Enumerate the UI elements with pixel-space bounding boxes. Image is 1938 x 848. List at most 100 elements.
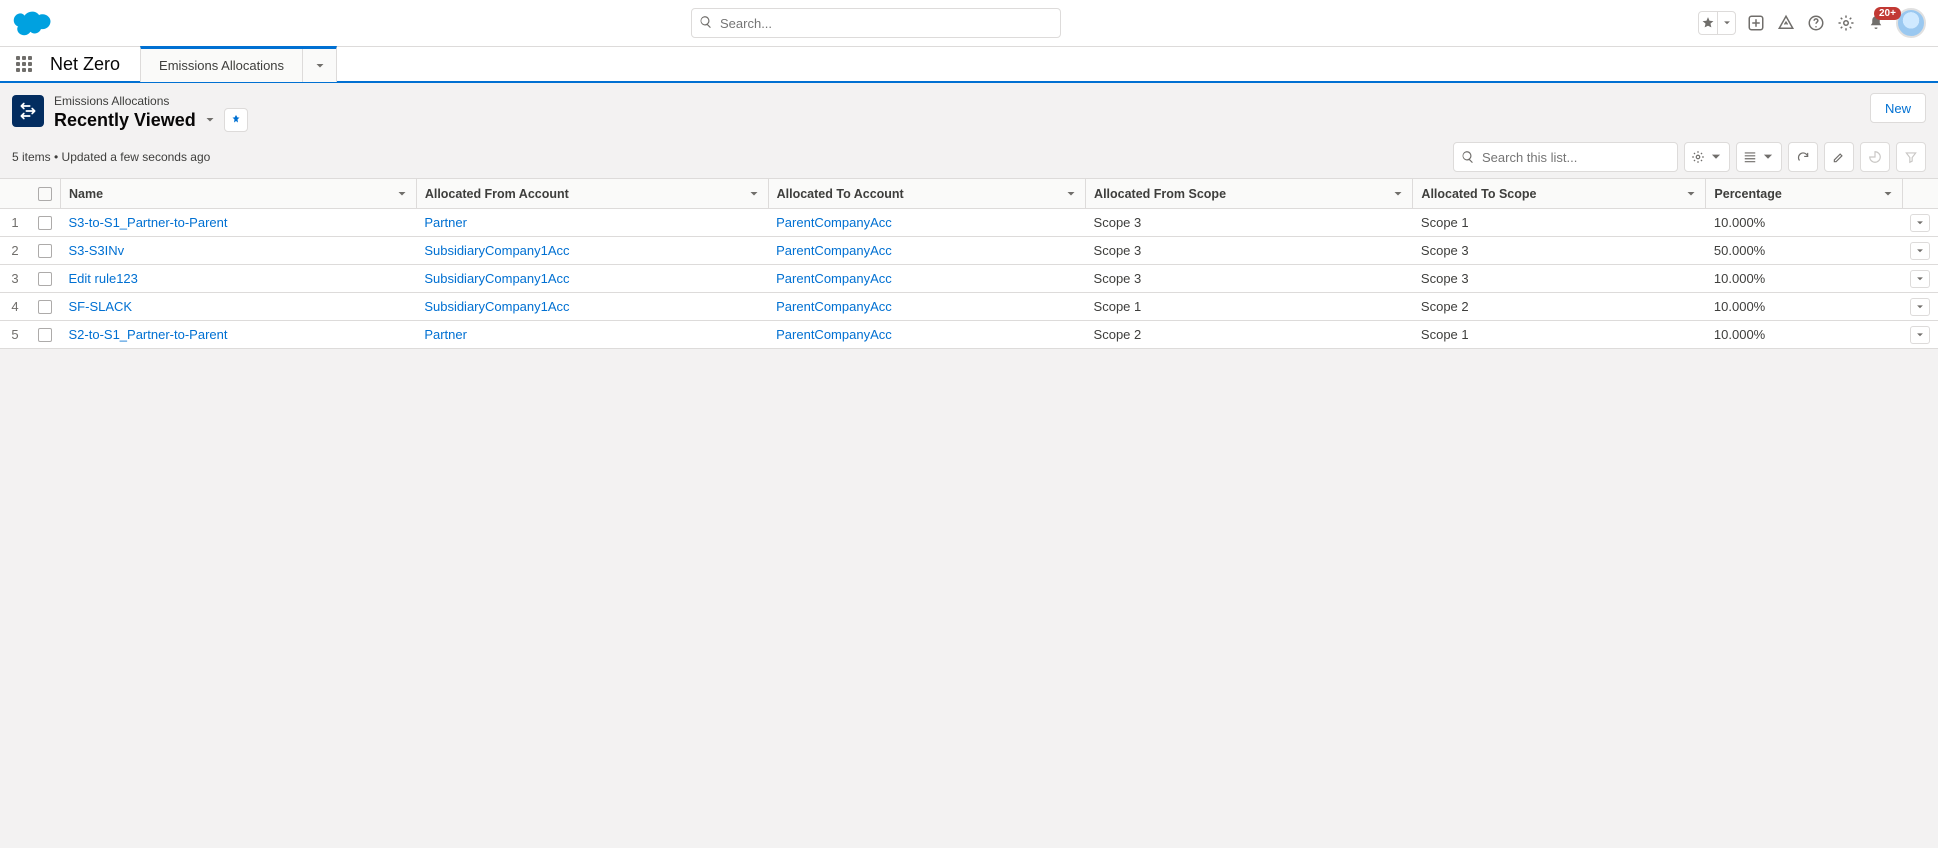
- row-actions-menu[interactable]: [1910, 242, 1930, 260]
- row-index: 4: [0, 293, 30, 321]
- row-actions-menu[interactable]: [1910, 270, 1930, 288]
- search-icon: [1461, 150, 1475, 164]
- global-header: 20+: [0, 0, 1938, 47]
- allocated-from-account-link[interactable]: Partner: [424, 327, 467, 342]
- list-meta: 5 items • Updated a few seconds ago: [12, 150, 210, 164]
- row-checkbox[interactable]: [38, 300, 52, 314]
- allocated-from-scope: Scope 3: [1086, 237, 1413, 265]
- row-index: 3: [0, 265, 30, 293]
- allocated-from-account-link[interactable]: SubsidiaryCompany1Acc: [424, 299, 569, 314]
- global-search: [691, 8, 1061, 38]
- col-allocated-to-scope[interactable]: Allocated To Scope: [1413, 179, 1706, 209]
- record-name-link[interactable]: S3-S3INv: [69, 243, 125, 258]
- col-select-all[interactable]: [30, 179, 61, 209]
- list-search-input[interactable]: [1453, 142, 1678, 172]
- allocated-to-account-link[interactable]: ParentCompanyAcc: [776, 271, 892, 286]
- list-view-switcher[interactable]: [204, 114, 216, 126]
- allocated-from-account-link[interactable]: SubsidiaryCompany1Acc: [424, 271, 569, 286]
- chevron-down-icon[interactable]: [748, 188, 760, 200]
- nav-bar: Net Zero Emissions Allocations: [0, 47, 1938, 83]
- record-name-link[interactable]: S3-to-S1_Partner-to-Parent: [69, 215, 228, 230]
- table-row: 3 Edit rule123 SubsidiaryCompany1Acc Parent…: [0, 265, 1938, 293]
- allocated-to-account-link[interactable]: ParentCompanyAcc: [776, 327, 892, 342]
- chevron-down-icon[interactable]: [396, 188, 408, 200]
- search-icon: [699, 15, 713, 29]
- allocated-to-account-link[interactable]: ParentCompanyAcc: [776, 299, 892, 314]
- chevron-down-icon[interactable]: [1882, 188, 1894, 200]
- table-row: 5 S2-to-S1_Partner-to-Parent Partner Parent…: [0, 321, 1938, 349]
- pin-list-view-button[interactable]: [224, 108, 248, 132]
- setup-button[interactable]: [1836, 13, 1856, 33]
- allocated-to-scope: Scope 3: [1413, 265, 1706, 293]
- record-name-link[interactable]: Edit rule123: [69, 271, 138, 286]
- list-view-name[interactable]: Recently Viewed: [54, 110, 196, 131]
- object-icon: [12, 95, 44, 127]
- display-as-button[interactable]: [1736, 142, 1782, 172]
- record-name-link[interactable]: SF-SLACK: [69, 299, 133, 314]
- select-all-checkbox[interactable]: [38, 187, 52, 201]
- row-index: 5: [0, 321, 30, 349]
- tab-emissions-allocations: Emissions Allocations: [140, 46, 337, 82]
- tab-emissions-allocations-label[interactable]: Emissions Allocations: [141, 58, 302, 73]
- row-actions-menu[interactable]: [1910, 326, 1930, 344]
- percentage: 10.000%: [1706, 321, 1902, 349]
- row-checkbox[interactable]: [38, 272, 52, 286]
- percentage: 10.000%: [1706, 209, 1902, 237]
- row-index: 2: [0, 237, 30, 265]
- row-actions-menu[interactable]: [1910, 214, 1930, 232]
- chart-button: [1860, 142, 1890, 172]
- table-row: 4 SF-SLACK SubsidiaryCompany1Acc ParentComp…: [0, 293, 1938, 321]
- notifications-badge: 20+: [1874, 7, 1901, 20]
- col-percentage[interactable]: Percentage: [1706, 179, 1902, 209]
- app-name: Net Zero: [40, 54, 140, 75]
- trailhead-button[interactable]: [1776, 13, 1796, 33]
- percentage: 10.000%: [1706, 293, 1902, 321]
- col-actions: [1902, 179, 1938, 209]
- table-row: 1 S3-to-S1_Partner-to-Parent Partner Parent…: [0, 209, 1938, 237]
- refresh-button[interactable]: [1788, 142, 1818, 172]
- help-button[interactable]: [1806, 13, 1826, 33]
- global-search-input[interactable]: [691, 8, 1061, 38]
- chevron-down-icon[interactable]: [1685, 188, 1697, 200]
- favorites-star-button[interactable]: [1699, 12, 1717, 34]
- col-allocated-to-account[interactable]: Allocated To Account: [768, 179, 1085, 209]
- row-checkbox[interactable]: [38, 216, 52, 230]
- col-name[interactable]: Name: [61, 179, 417, 209]
- row-index: 1: [0, 209, 30, 237]
- records-table: Name Allocated From Account Allocated To…: [0, 178, 1938, 349]
- list-search: [1453, 142, 1678, 172]
- notifications-button[interactable]: 20+: [1866, 13, 1886, 33]
- app-launcher-button[interactable]: [8, 48, 40, 80]
- allocated-to-account-link[interactable]: ParentCompanyAcc: [776, 215, 892, 230]
- row-checkbox[interactable]: [38, 244, 52, 258]
- chevron-down-icon[interactable]: [1065, 188, 1077, 200]
- percentage: 50.000%: [1706, 237, 1902, 265]
- allocated-from-scope: Scope 3: [1086, 209, 1413, 237]
- row-checkbox[interactable]: [38, 328, 52, 342]
- col-allocated-from-account[interactable]: Allocated From Account: [416, 179, 768, 209]
- row-actions-menu[interactable]: [1910, 298, 1930, 316]
- record-name-link[interactable]: S2-to-S1_Partner-to-Parent: [69, 327, 228, 342]
- favorites-dropdown-button[interactable]: [1717, 12, 1735, 34]
- allocated-to-scope: Scope 3: [1413, 237, 1706, 265]
- allocated-from-account-link[interactable]: Partner: [424, 215, 467, 230]
- global-add-button[interactable]: [1746, 13, 1766, 33]
- inline-edit-button[interactable]: [1824, 142, 1854, 172]
- new-button[interactable]: New: [1870, 93, 1926, 123]
- page-header: Emissions Allocations Recently Viewed Ne…: [0, 83, 1938, 178]
- filter-button: [1896, 142, 1926, 172]
- allocated-from-scope: Scope 1: [1086, 293, 1413, 321]
- chevron-down-icon[interactable]: [1392, 188, 1404, 200]
- allocated-from-account-link[interactable]: SubsidiaryCompany1Acc: [424, 243, 569, 258]
- allocated-to-account-link[interactable]: ParentCompanyAcc: [776, 243, 892, 258]
- salesforce-logo-icon[interactable]: [12, 8, 54, 38]
- allocated-to-scope: Scope 1: [1413, 321, 1706, 349]
- allocated-from-scope: Scope 3: [1086, 265, 1413, 293]
- col-allocated-from-scope[interactable]: Allocated From Scope: [1086, 179, 1413, 209]
- tab-emissions-allocations-menu[interactable]: [302, 49, 336, 82]
- allocated-to-scope: Scope 2: [1413, 293, 1706, 321]
- allocated-to-scope: Scope 1: [1413, 209, 1706, 237]
- list-settings-button[interactable]: [1684, 142, 1730, 172]
- allocated-from-scope: Scope 2: [1086, 321, 1413, 349]
- col-row-number: [0, 179, 30, 209]
